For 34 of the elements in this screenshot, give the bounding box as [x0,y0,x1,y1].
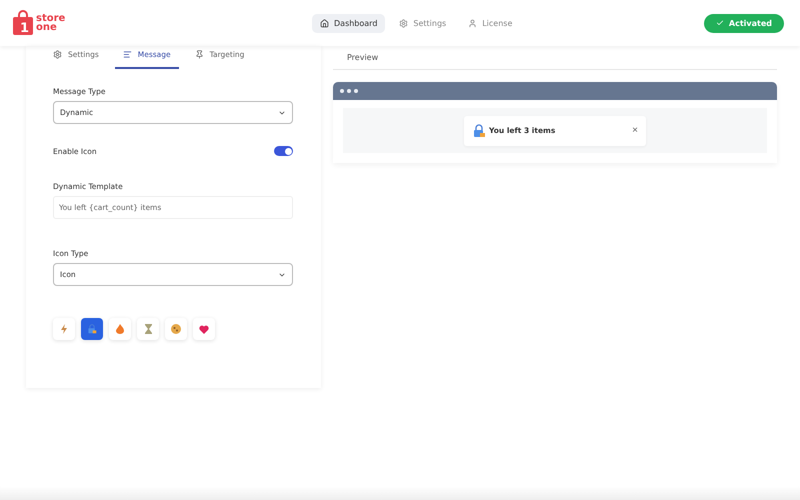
logo-text: one [36,23,58,32]
cookie-icon [171,324,181,334]
logo-mark: 1 [20,21,30,36]
window-dot [354,89,358,93]
logo-text: store [36,14,66,23]
nav-item[interactable]: License [460,14,520,32]
lines-icon [122,50,132,59]
icon-option[interactable] [193,318,215,340]
nav-item[interactable]: Dashboard [312,14,386,32]
flame-icon [116,324,124,334]
nav-item[interactable]: Settings [391,14,454,32]
icon-option[interactable] [109,318,131,340]
window-dot [340,89,344,93]
lightning-icon [60,324,68,334]
pin-icon [194,50,204,59]
shopping-bag-icon [13,10,33,35]
toggle-switch[interactable] [274,146,293,156]
icon-option[interactable] [53,318,75,340]
check-icon [716,19,724,27]
preview-title: Preview [333,46,777,70]
hourglass-icon [144,324,152,334]
settings-icon [399,18,408,28]
icon-option[interactable] [137,318,159,340]
status-badge: Activated [704,14,784,32]
lock-bag-icon [87,324,97,334]
icon-option[interactable] [165,318,187,340]
settings-icon [53,50,62,59]
close-button[interactable]: × [632,125,638,136]
user-icon [468,18,478,28]
heart-icon [199,324,209,334]
icon-option[interactable] [81,318,103,340]
window-dot [347,89,351,93]
home-icon [320,18,329,28]
lock-bag-icon [472,124,486,138]
